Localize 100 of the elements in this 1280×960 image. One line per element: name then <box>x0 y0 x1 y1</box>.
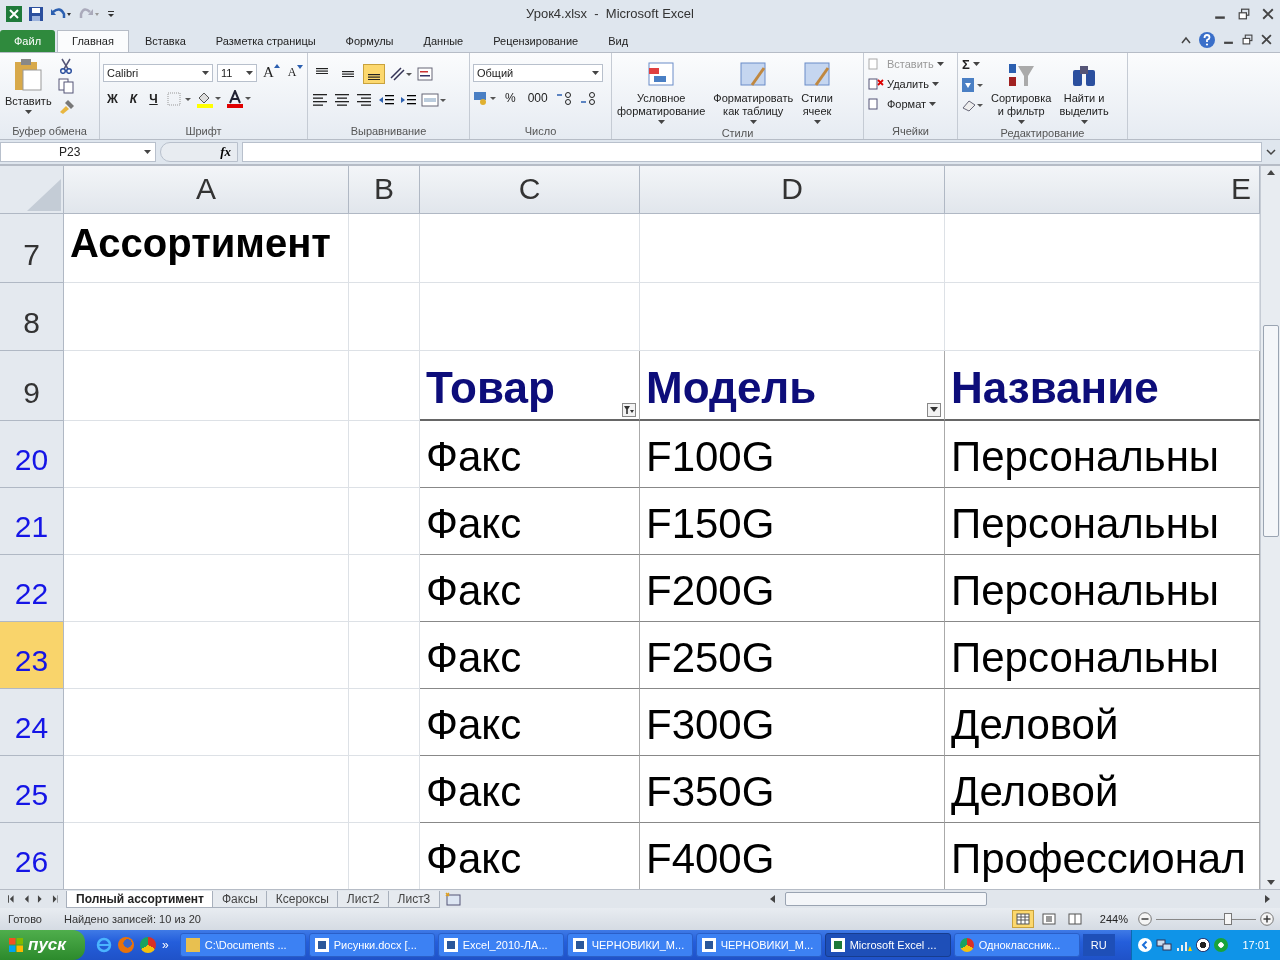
column-header[interactable]: B <box>349 165 420 214</box>
column-header[interactable]: D <box>640 165 945 214</box>
sheet-tab[interactable]: Полный ассортимент <box>66 890 214 908</box>
ribbon-tab[interactable]: Формулы <box>331 29 408 52</box>
start-button[interactable]: пуск <box>0 930 85 960</box>
row-header[interactable]: 20 <box>0 420 64 488</box>
cells-button[interactable]: Формат <box>867 95 938 112</box>
number-format-dropdown[interactable]: Общий <box>473 63 603 82</box>
view-button[interactable] <box>1011 910 1034 928</box>
percent-button[interactable]: % <box>501 90 520 105</box>
thousands-button[interactable]: 000 <box>523 90 552 105</box>
restore-icon[interactable] <box>1242 34 1253 46</box>
more-button[interactable]: » <box>162 938 169 952</box>
styles-button[interactable]: Форматировать как таблицу <box>711 55 796 126</box>
save-icon[interactable] <box>28 6 44 22</box>
taskbar-button[interactable]: ЧЕРНОВИКИ_М... <box>695 933 822 957</box>
bold-button[interactable]: Ж <box>103 91 122 106</box>
sheet-tab[interactable]: Факсы <box>211 890 268 908</box>
name-box[interactable]: P23 <box>0 141 156 162</box>
vertical-scrollbar[interactable] <box>1260 165 1280 890</box>
filter-dropdown-button[interactable] <box>927 402 941 417</box>
column-header[interactable]: A <box>64 165 349 214</box>
expand-icon[interactable] <box>1266 147 1276 156</box>
insert-function-button[interactable]: fx <box>218 143 233 160</box>
zoom-level[interactable]: 244% <box>1099 913 1128 925</box>
taskbar-button[interactable]: ЧЕРНОВИКИ_М... <box>566 933 693 957</box>
row-header[interactable]: 23 <box>0 621 64 689</box>
cells-button[interactable]: Удалить <box>867 75 940 92</box>
zoom-slider-thumb[interactable] <box>1224 913 1232 925</box>
language-indicator[interactable]: RU <box>1082 934 1115 956</box>
shrink-font-button[interactable]: A <box>285 65 305 81</box>
ribbon-tab[interactable]: Вставка <box>130 29 200 52</box>
scroll-thumb[interactable] <box>1262 324 1279 537</box>
autosum-button[interactable]: Σ <box>961 55 985 73</box>
sheet-tab[interactable]: Лист3 <box>387 890 441 908</box>
editing-button[interactable]: Сортировка и фильтр <box>989 55 1054 126</box>
chevron-icon[interactable] <box>1138 938 1153 952</box>
font-size-dropdown[interactable]: 11 <box>217 63 257 82</box>
orientation-icon[interactable] <box>389 65 413 82</box>
row-header[interactable]: 7 <box>0 213 64 283</box>
taskbar-button[interactable]: Одноклассник... <box>953 933 1080 957</box>
fill-down-icon[interactable] <box>961 76 985 93</box>
scroll-left-icon[interactable] <box>770 895 775 904</box>
sheet-nav-icon[interactable] <box>51 895 58 904</box>
zoom-in-button[interactable] <box>1260 912 1274 926</box>
formula-input[interactable] <box>242 141 1262 162</box>
eye-icon[interactable] <box>1196 938 1211 952</box>
network-icon[interactable] <box>1156 938 1173 952</box>
merge-cells-icon[interactable] <box>421 91 447 108</box>
text-align-icon[interactable] <box>311 91 329 108</box>
currency-icon[interactable] <box>473 89 497 106</box>
scroll-right-icon[interactable] <box>1265 895 1270 904</box>
help-icon[interactable] <box>1199 31 1215 48</box>
italic-button[interactable]: К <box>125 91 142 106</box>
styles-button[interactable]: Условное форматирование <box>615 55 708 126</box>
font-name-dropdown[interactable]: Calibri <box>103 63 213 82</box>
scissors-icon[interactable] <box>57 57 74 74</box>
close-icon[interactable] <box>1262 8 1274 20</box>
editing-button[interactable]: Найти и выделить <box>1057 55 1111 126</box>
font-color-icon[interactable] <box>225 89 252 108</box>
ribbon-tab[interactable]: Данные <box>409 29 478 52</box>
ribbon-tab[interactable]: Вид <box>594 29 643 52</box>
scroll-down-icon[interactable] <box>1266 880 1275 886</box>
row-header[interactable]: 25 <box>0 755 64 823</box>
zoom-out-button[interactable] <box>1138 912 1152 926</box>
row-header[interactable]: 24 <box>0 688 64 756</box>
restore-icon[interactable] <box>1238 8 1250 20</box>
taskbar-button[interactable]: C:\Documents ... <box>179 933 306 957</box>
ribbon-tab[interactable]: Рецензирование <box>479 29 593 52</box>
copy-icon[interactable] <box>57 77 76 94</box>
row-header[interactable]: 21 <box>0 487 64 555</box>
spreadsheet-app-icon[interactable] <box>6 6 22 22</box>
wrap-text-icon[interactable] <box>417 65 435 82</box>
row-header[interactable]: 8 <box>0 282 64 351</box>
row-header[interactable]: 22 <box>0 554 64 622</box>
sheet-nav-icon[interactable] <box>8 895 15 904</box>
paste-button[interactable]: Вставить <box>3 55 54 116</box>
collapse-ribbon-icon[interactable] <box>1181 35 1191 44</box>
grow-font-button[interactable]: A <box>261 64 282 82</box>
vertical-align-button[interactable] <box>363 63 385 84</box>
browser-icon[interactable] <box>96 937 112 953</box>
row-header[interactable]: 9 <box>0 350 64 421</box>
scroll-thumb[interactable] <box>785 892 987 907</box>
ribbon-tab[interactable]: Главная <box>57 29 129 52</box>
text-align-icon[interactable] <box>333 91 351 108</box>
browser-icon[interactable] <box>140 937 156 953</box>
taskbar-button[interactable]: Excel_2010-ЛА... <box>437 933 564 957</box>
column-header[interactable]: E <box>945 165 1260 214</box>
underline-button[interactable]: Ч <box>145 91 162 106</box>
scroll-up-icon[interactable] <box>1266 169 1275 175</box>
taskbar-button[interactable]: Рисунки.docx [... <box>308 933 435 957</box>
sheet-tab[interactable]: Ксероксы <box>265 890 339 908</box>
filter-applied-button[interactable] <box>622 402 636 417</box>
row-header[interactable]: 26 <box>0 822 64 890</box>
ribbon-tab[interactable]: Разметка страницы <box>201 29 330 52</box>
text-align-icon[interactable] <box>355 91 373 108</box>
close-icon[interactable] <box>1261 34 1272 46</box>
ribbon-tab[interactable]: Файл <box>0 29 56 52</box>
taskbar-button[interactable]: Microsoft Excel ... <box>824 933 951 957</box>
column-header[interactable]: C <box>420 165 640 214</box>
